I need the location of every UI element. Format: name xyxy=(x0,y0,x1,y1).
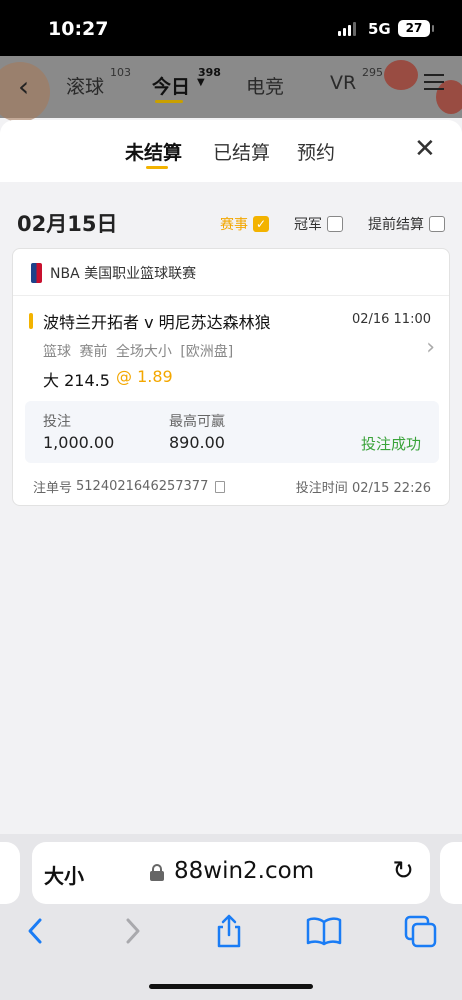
home-indicator[interactable] xyxy=(149,984,313,989)
league-name: NBA 美国职业篮球联赛 xyxy=(50,266,197,282)
bet-time-row: 投注时间 02/15 22:26 xyxy=(296,477,431,496)
status-bar: 10:27 5G 27 xyxy=(0,0,462,56)
bet-status: 投注成功 xyxy=(360,435,421,453)
forward-arrow-icon[interactable] xyxy=(120,914,146,948)
bet-selection: 大 214.5 xyxy=(43,371,110,390)
order-number-row: 注单号 5124021646257377 xyxy=(33,477,226,496)
tab-reserved[interactable]: 预约 xyxy=(297,138,335,165)
bet-records-sheet: 未结算 已结算 预约 ✕ 02月15日 赛事 ✓ 冠军 提前结算 NBA 美国职… xyxy=(0,120,462,834)
text-size-button[interactable]: 大小 xyxy=(44,860,84,889)
nav-count-today: 398 xyxy=(198,66,221,79)
tab-unsettled[interactable]: 未结算 xyxy=(125,138,182,165)
market-info: 篮球 赛前 全场大小 [欧洲盘] xyxy=(43,344,234,360)
match-time: 02/16 11:00 xyxy=(351,312,431,327)
bet-time-label: 投注时间 xyxy=(295,481,348,496)
next-tab-peek[interactable] xyxy=(440,842,462,904)
order-number: 5124021646257377 xyxy=(76,479,209,494)
back-icon[interactable]: ‹ xyxy=(18,70,29,103)
stake-label: 投注 xyxy=(43,414,71,430)
nav-count-vr: 295 xyxy=(362,66,383,79)
stake-summary: 投注 1,000.00 最高可赢 890.00 投注成功 xyxy=(25,401,439,463)
reload-icon[interactable]: ↻ xyxy=(392,856,414,886)
copy-icon[interactable] xyxy=(215,480,226,493)
bet-card[interactable]: NBA 美国职业篮球联赛 波特兰开拓者 v 明尼苏达森林狼 02/16 11:0… xyxy=(12,248,450,506)
filter-events-label: 赛事 xyxy=(220,217,248,233)
date-heading: 02月15日 xyxy=(17,212,118,236)
nav-count-live: 103 xyxy=(110,66,131,79)
browser-chrome: 大小 88win2.com ↻ xyxy=(0,834,462,1000)
tab-settled[interactable]: 已结算 xyxy=(213,138,270,165)
nba-logo-icon xyxy=(31,263,42,283)
nav-item-today[interactable]: 今日 xyxy=(152,72,190,99)
chevron-right-icon[interactable]: › xyxy=(426,335,435,360)
filter-champion[interactable]: 冠军 xyxy=(294,214,343,234)
close-icon[interactable]: ✕ xyxy=(414,134,436,164)
filter-events[interactable]: 赛事 ✓ xyxy=(220,214,269,234)
network-type: 5G xyxy=(368,20,391,38)
league-row: NBA 美国职业篮球联赛 xyxy=(31,263,196,283)
clock: 10:27 xyxy=(48,18,109,40)
menu-icon[interactable] xyxy=(424,74,444,95)
filter-early-settle[interactable]: 提前结算 xyxy=(368,214,445,234)
bookmarks-icon[interactable] xyxy=(304,914,344,948)
sheet-header: 未结算 已结算 预约 ✕ xyxy=(0,120,462,182)
filter-champion-label: 冠军 xyxy=(294,217,322,233)
match-title: 波特兰开拓者 v 明尼苏达森林狼 xyxy=(43,313,271,332)
checkbox-icon[interactable] xyxy=(429,216,445,232)
address-bar[interactable]: 大小 88win2.com ↻ xyxy=(32,842,430,904)
share-icon[interactable] xyxy=(212,914,246,948)
nav-item-vr[interactable]: VR xyxy=(330,72,356,94)
match-marker xyxy=(29,313,33,329)
tabs-icon[interactable] xyxy=(402,914,440,948)
checkbox-checked-icon[interactable]: ✓ xyxy=(253,216,269,232)
signal-icon xyxy=(338,22,356,36)
nav-item-live[interactable]: 滚球 xyxy=(66,72,104,99)
nav-active-indicator xyxy=(155,100,183,103)
bet-time: 02/15 22:26 xyxy=(351,481,431,496)
filter-early-settle-label: 提前结算 xyxy=(368,217,424,233)
previous-tab-peek[interactable] xyxy=(0,842,20,904)
text-size-label: 大小 xyxy=(44,864,84,888)
max-win-label: 最高可赢 xyxy=(169,414,225,430)
back-arrow-icon[interactable] xyxy=(22,914,48,948)
bet-odds: @ 1.89 xyxy=(116,367,173,386)
stake-value: 1,000.00 xyxy=(43,433,115,452)
battery-icon: 27 xyxy=(398,20,434,37)
top-nav: ‹ 滚球 103 今日 ▼ 398 电竞 VR 295 xyxy=(0,56,462,122)
lock-icon xyxy=(150,864,164,881)
nav-item-esports[interactable]: 电竞 xyxy=(246,72,284,99)
order-number-label: 注单号 xyxy=(33,481,73,496)
checkbox-icon[interactable] xyxy=(327,216,343,232)
max-win-value: 890.00 xyxy=(169,433,225,452)
lantern-decoration xyxy=(384,60,418,90)
url-text[interactable]: 88win2.com xyxy=(174,858,314,884)
tab-active-indicator xyxy=(146,166,168,169)
divider xyxy=(13,295,449,296)
